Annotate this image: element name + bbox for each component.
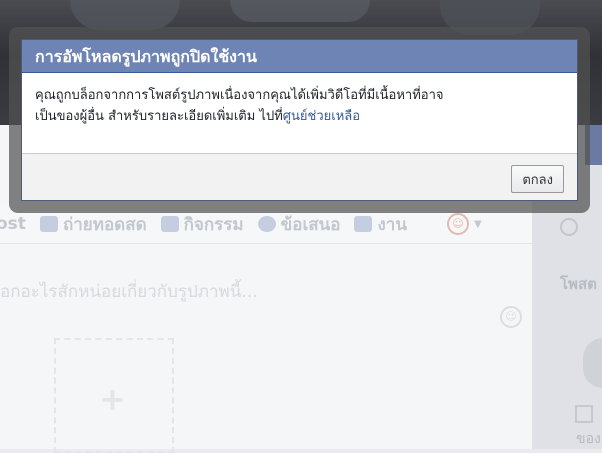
- right-section-heading: โพสต: [560, 275, 597, 293]
- help-center-link[interactable]: ศูนย์ช่วยเหลือ: [283, 109, 360, 124]
- search-icon[interactable]: [560, 218, 578, 236]
- dialog-message-line1: คุณถูกบล็อกจากการโพสต์รูปภาพเนื่องจากคุณ…: [35, 88, 444, 103]
- tab-job[interactable]: งาน: [354, 211, 407, 238]
- briefcase-icon: [354, 216, 373, 232]
- add-photo-button[interactable]: +: [54, 338, 174, 453]
- tab-offer[interactable]: ข้อเสนอ: [257, 211, 341, 238]
- checkbox-icon[interactable]: [575, 405, 593, 423]
- more-tabs-button[interactable]: ☺ ▼: [446, 213, 482, 235]
- dialog-message-line2: เป็นของผู้อื่น สำหรับรายละเอียดเพิ่มเติม…: [35, 106, 565, 127]
- tab-post[interactable]: ost: [0, 214, 26, 234]
- calendar-icon: [160, 216, 179, 232]
- dialog-message: คุณถูกบล็อกจากการโพสต์รูปภาพเนื่องจากคุณ…: [22, 73, 577, 153]
- dialog: การอัพโหลดรูปภาพถูกปิดใช้งาน คุณถูกบล็อก…: [21, 39, 578, 201]
- tab-label: ost: [0, 214, 26, 234]
- tab-label: งาน: [377, 214, 407, 235]
- tab-live-video[interactable]: ถ่ายทอดสด: [39, 211, 147, 238]
- emoji-icon[interactable]: ☺: [500, 306, 522, 328]
- dialog-message-line2-text: เป็นของผู้อื่น สำหรับรายละเอียดเพิ่มเติม…: [35, 109, 283, 124]
- dialog-title: การอัพโหลดรูปภาพถูกปิดใช้งาน: [22, 40, 577, 73]
- offer-icon: [257, 216, 276, 232]
- tab-label: ถ่ายทอดสด: [62, 214, 147, 235]
- tab-label: กิจกรรม: [183, 214, 244, 235]
- dialog-footer: ตกลง: [22, 153, 577, 200]
- cover-shape: [70, 0, 180, 30]
- right-section-text: ของ: [576, 431, 601, 447]
- smiley-icon: ☺: [446, 213, 469, 235]
- tab-label: ข้อเสนอ: [280, 214, 341, 235]
- plus-icon: +: [99, 380, 126, 418]
- chevron-down-icon: ▼: [473, 218, 482, 230]
- cover-shape: [230, 0, 370, 22]
- composer-input[interactable]: อกอะไรสักหน่อยเกี่ยวกับรูปภาพนี้...: [0, 278, 258, 305]
- ok-button[interactable]: ตกลง: [511, 165, 564, 193]
- dialog-overlay-frame: การอัพโหลดรูปภาพถูกปิดใช้งาน คุณถูกบล็อก…: [9, 27, 590, 213]
- tab-event[interactable]: กิจกรรม: [160, 211, 244, 238]
- video-icon: [39, 216, 58, 232]
